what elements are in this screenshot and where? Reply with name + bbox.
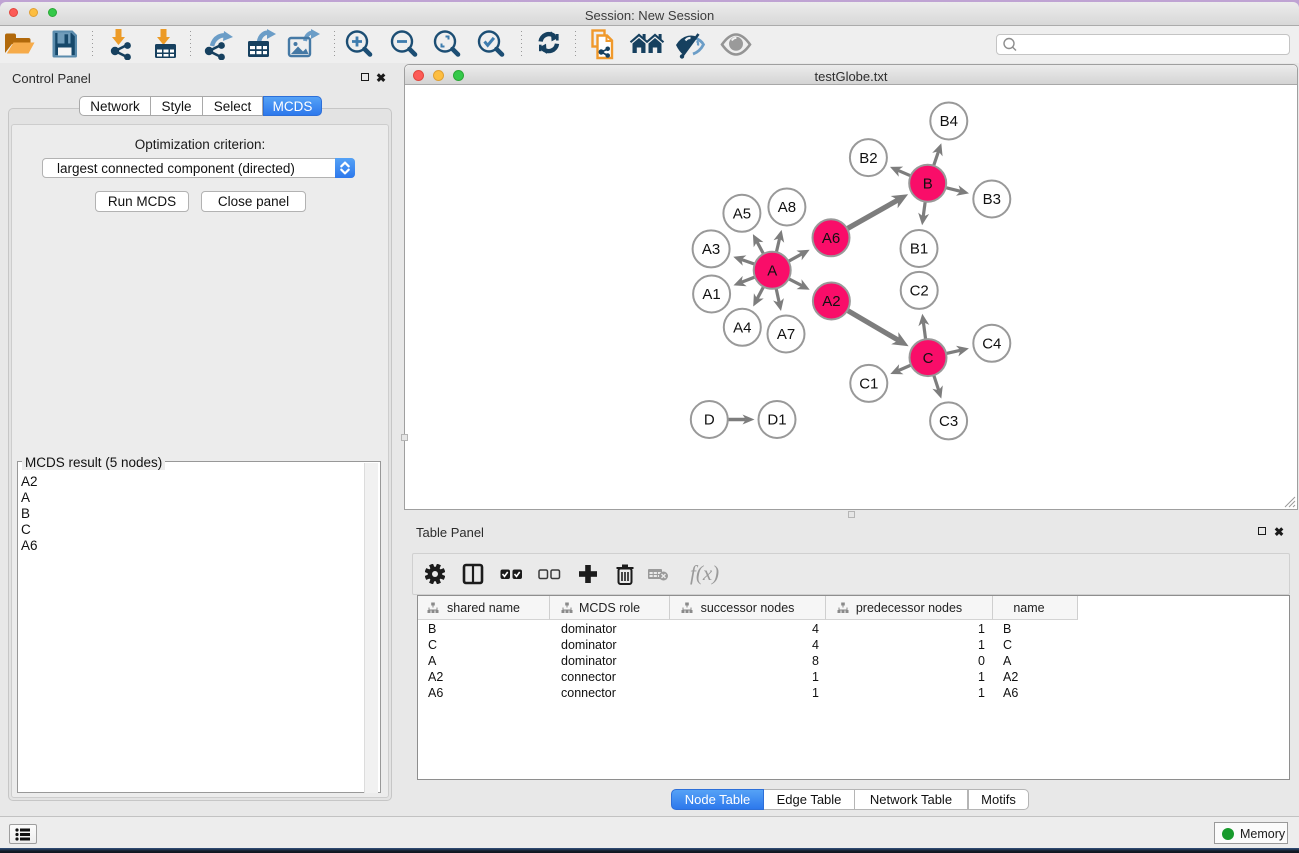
svg-text:A3: A3: [702, 241, 720, 258]
svg-text:C2: C2: [910, 283, 929, 300]
svg-text:C3: C3: [939, 413, 958, 430]
svg-text:C4: C4: [982, 336, 1001, 353]
svg-text:B: B: [923, 175, 933, 192]
svg-text:D: D: [704, 412, 715, 429]
svg-text:B1: B1: [910, 241, 928, 258]
svg-text:A: A: [767, 263, 777, 280]
svg-text:A4: A4: [733, 320, 751, 337]
svg-text:A2: A2: [822, 293, 840, 310]
svg-text:A8: A8: [778, 199, 796, 216]
svg-text:A1: A1: [702, 286, 720, 303]
svg-text:D1: D1: [767, 412, 786, 429]
svg-text:A5: A5: [733, 206, 751, 223]
svg-text:C1: C1: [859, 376, 878, 393]
svg-text:A7: A7: [777, 326, 795, 343]
svg-text:B4: B4: [940, 113, 958, 130]
svg-text:A6: A6: [822, 230, 840, 247]
svg-text:B3: B3: [983, 191, 1001, 208]
svg-text:B2: B2: [859, 150, 877, 167]
svg-text:C: C: [923, 350, 934, 367]
